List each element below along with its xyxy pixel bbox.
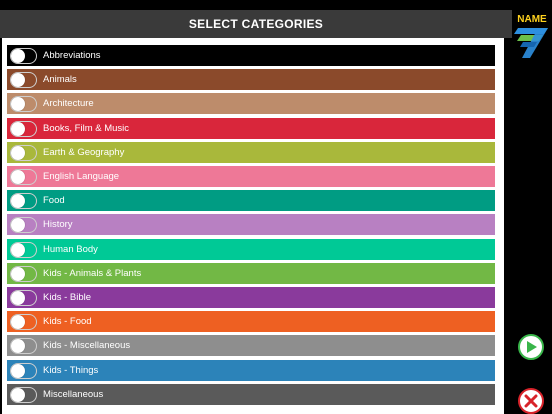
- toggle-knob: [11, 193, 25, 208]
- category-label: English Language: [43, 171, 120, 182]
- category-toggle[interactable]: [10, 337, 37, 354]
- play-icon: [527, 341, 537, 353]
- toggle-knob: [11, 145, 25, 160]
- close-icon: [524, 394, 538, 408]
- category-label: Food: [43, 195, 65, 206]
- category-row[interactable]: English Language: [7, 166, 495, 187]
- category-toggle[interactable]: [10, 386, 37, 403]
- toggle-knob: [11, 266, 25, 281]
- logo-seven-icon: [514, 28, 548, 58]
- category-label: Kids - Things: [43, 365, 99, 376]
- category-toggle[interactable]: [10, 192, 37, 209]
- category-label: History: [43, 219, 73, 230]
- category-row[interactable]: Miscellaneous: [7, 384, 495, 405]
- toggle-knob: [11, 121, 25, 136]
- toggle-knob: [11, 338, 25, 353]
- category-toggle[interactable]: [10, 241, 37, 258]
- category-row[interactable]: Human Body: [7, 239, 495, 260]
- category-label: Kids - Miscellaneous: [43, 340, 131, 351]
- toggle-knob: [11, 314, 25, 329]
- category-label: Architecture: [43, 98, 94, 109]
- category-label: Animals: [43, 74, 77, 85]
- category-row[interactable]: Earth & Geography: [7, 142, 495, 163]
- category-label: Kids - Bible: [43, 292, 92, 303]
- category-label: Human Body: [43, 244, 98, 255]
- category-label: Abbreviations: [43, 50, 101, 61]
- toggle-knob: [11, 48, 25, 63]
- category-toggle[interactable]: [10, 144, 37, 161]
- page-title: SELECT CATEGORIES: [0, 10, 512, 38]
- category-toggle[interactable]: [10, 120, 37, 137]
- category-row[interactable]: Kids - Miscellaneous: [7, 335, 495, 356]
- toggle-knob: [11, 387, 25, 402]
- category-label: Earth & Geography: [43, 147, 125, 158]
- category-label: Books, Film & Music: [43, 123, 130, 134]
- toggle-knob: [11, 290, 25, 305]
- category-row[interactable]: Kids - Animals & Plants: [7, 263, 495, 284]
- toggle-knob: [11, 169, 25, 184]
- category-row[interactable]: Architecture: [7, 93, 495, 114]
- category-label: Kids - Food: [43, 316, 92, 327]
- toggle-knob: [11, 217, 25, 232]
- category-row[interactable]: Animals: [7, 69, 495, 90]
- toggle-knob: [11, 72, 25, 87]
- category-toggle[interactable]: [10, 313, 37, 330]
- category-toggle[interactable]: [10, 216, 37, 233]
- app-logo: NAME: [514, 14, 550, 58]
- category-toggle[interactable]: [10, 168, 37, 185]
- category-toggle[interactable]: [10, 362, 37, 379]
- category-toggle[interactable]: [10, 289, 37, 306]
- toggle-knob: [11, 363, 25, 378]
- category-toggle[interactable]: [10, 265, 37, 282]
- category-row[interactable]: History: [7, 214, 495, 235]
- category-label: Kids - Animals & Plants: [43, 268, 142, 279]
- category-toggle[interactable]: [10, 47, 37, 64]
- category-row[interactable]: Kids - Food: [7, 311, 495, 332]
- category-row[interactable]: Books, Film & Music: [7, 118, 495, 139]
- category-row[interactable]: Abbreviations: [7, 45, 495, 66]
- category-toggle[interactable]: [10, 95, 37, 112]
- close-button[interactable]: [518, 388, 544, 414]
- category-toggle[interactable]: [10, 71, 37, 88]
- category-row[interactable]: Kids - Bible: [7, 287, 495, 308]
- play-button[interactable]: [518, 334, 544, 360]
- category-row[interactable]: Kids - Things: [7, 360, 495, 381]
- category-label: Miscellaneous: [43, 389, 104, 400]
- category-row[interactable]: Food: [7, 190, 495, 211]
- toggle-knob: [11, 96, 25, 111]
- header-bar: SELECT CATEGORIES: [0, 0, 552, 38]
- toggle-knob: [11, 242, 25, 257]
